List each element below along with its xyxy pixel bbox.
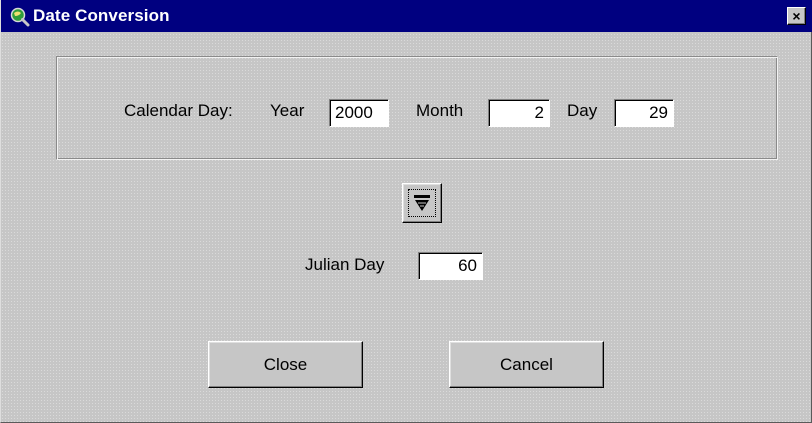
date-conversion-window: Date Conversion × Calendar Day: Year Mon…: [0, 0, 812, 423]
julian-day-label: Julian Day: [305, 255, 385, 274]
window-close-button[interactable]: ×: [787, 7, 806, 25]
close-button[interactable]: Close: [208, 341, 363, 388]
close-icon: ×: [792, 8, 801, 24]
cancel-button[interactable]: Cancel: [449, 341, 604, 388]
month-input[interactable]: [488, 99, 550, 127]
arrow-down-icon: [414, 195, 430, 211]
julian-day-input[interactable]: [418, 252, 483, 280]
window-title: Date Conversion: [33, 6, 170, 25]
convert-date-button[interactable]: [402, 183, 442, 223]
calendar-day-label: Calendar Day:: [124, 101, 233, 120]
year-label: Year: [270, 101, 305, 120]
year-input[interactable]: [329, 99, 389, 127]
globe-magnifier-icon: [10, 7, 30, 27]
month-label: Month: [416, 101, 464, 120]
day-label: Day: [567, 101, 598, 120]
title-bar[interactable]: Date Conversion ×: [1, 0, 812, 32]
day-input[interactable]: [614, 99, 674, 127]
